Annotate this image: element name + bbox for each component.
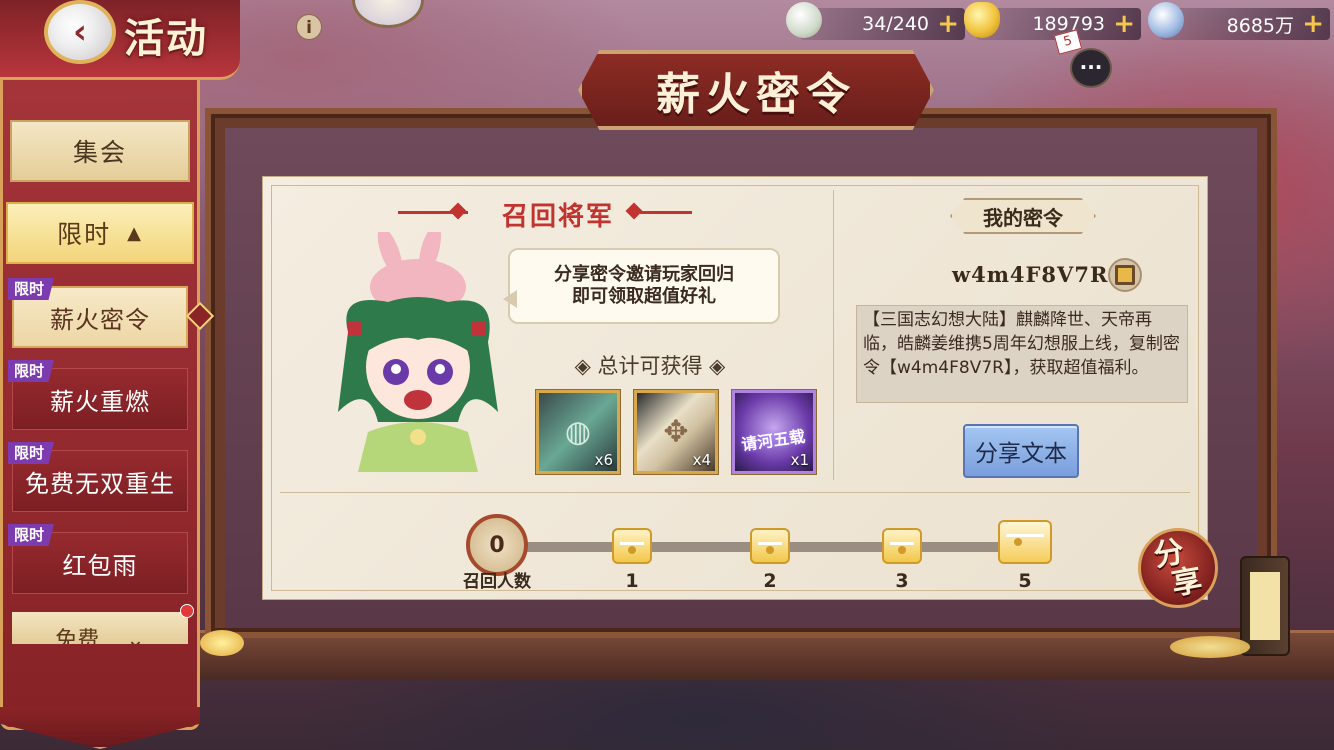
bun-icon — [786, 2, 822, 38]
milestone-label-2: 2 — [763, 570, 777, 592]
notification-dot — [180, 604, 194, 618]
share-text-box: 【三国志幻想大陆】麒麟降世、天帝再临，皓麟姜维携5周年幻想服上线，复制密令【w4… — [856, 305, 1188, 403]
share-button-char-2: 享 — [1169, 562, 1205, 603]
gold-ingot-icon — [964, 2, 1000, 38]
invite-code: w4m4F8V7R — [952, 262, 1109, 287]
reward-item-skin-ticket[interactable]: 请河五载 x1 — [732, 390, 816, 474]
sidebar-item-label: 红包雨 — [62, 551, 138, 580]
back-arrow-icon: ‹ — [72, 12, 87, 52]
reward-item-scroll[interactable]: ✥ x4 — [634, 390, 718, 474]
header-title: 活动 — [124, 15, 208, 62]
milestone-label-3: 3 — [895, 570, 909, 592]
chat-icon: ··· — [1079, 55, 1103, 79]
milestone-chest-3[interactable] — [882, 528, 922, 564]
limited-tag: 限时 — [8, 360, 55, 382]
speech-bubble: 分享密令邀请玩家回归 即可领取超值好礼 — [503, 248, 780, 324]
info-button[interactable]: i — [296, 14, 322, 40]
chibi-character-image — [338, 232, 498, 472]
sidebar-item-partial[interactable]: 免费 ⌄ — [12, 612, 188, 644]
horizontal-divider — [280, 492, 1190, 493]
reward-qty: x6 — [594, 451, 613, 469]
sidebar-limited-label: 限时 — [57, 220, 112, 249]
limited-tag: 限时 — [8, 442, 55, 464]
coins-decoration — [200, 630, 244, 656]
back-button[interactable]: ‹ — [44, 0, 116, 64]
chevron-down-icon: ⌄ — [126, 628, 145, 644]
total-rewards-label: ◈ 总计可获得 ◈ — [574, 354, 726, 378]
copy-code-button[interactable] — [1108, 258, 1142, 292]
milestone-chest-5[interactable] — [998, 520, 1052, 564]
lantern-decoration — [1240, 556, 1290, 656]
silver-coin-icon — [1148, 2, 1184, 38]
reward-qty: x1 — [790, 451, 809, 469]
sidebar-item-label: 薪火重燃 — [50, 387, 150, 416]
sidebar-item-label: 免费无双重生 — [25, 469, 175, 498]
recall-count-label: 召回人数 — [463, 572, 531, 592]
title-line-right — [640, 211, 692, 214]
chevron-up-icon: ▲ — [127, 222, 143, 244]
page-title-plaque: 薪火密令 — [578, 50, 934, 130]
reward-item-jade-card[interactable]: ◍ x6 — [536, 390, 620, 474]
bubble-line-1: 分享密令邀请玩家回归 — [554, 264, 734, 285]
share-button[interactable]: 分 享 — [1138, 528, 1218, 608]
milestone-chest-2[interactable] — [750, 528, 790, 564]
resource-silver: 8685万 + — [1160, 8, 1330, 40]
my-code-title: 我的密令 — [950, 198, 1096, 234]
recall-section-title: 召回将军 — [501, 202, 614, 232]
sidebar-item-label: 免费 — [55, 628, 100, 644]
coins-decoration — [1170, 636, 1250, 658]
share-text-button[interactable]: 分享文本 — [963, 424, 1079, 478]
milestone-chest-1[interactable] — [612, 528, 652, 564]
vertical-divider — [833, 190, 834, 480]
resource-value: 34/240 — [862, 13, 929, 35]
bubble-line-2: 即可领取超值好礼 — [572, 286, 716, 307]
resource-value: 8685万 — [1226, 14, 1294, 37]
milestone-label-1: 1 — [625, 570, 639, 592]
page-title: 薪火密令 — [656, 69, 856, 120]
jade-card-icon: ◍ — [564, 414, 592, 450]
sidebar-limited-button[interactable]: 限时 ▲ — [6, 202, 194, 264]
scroll-map-icon: ✥ — [663, 414, 689, 450]
sidebar-item-label: 薪火密令 — [50, 305, 150, 334]
add-stamina-button[interactable]: + — [937, 10, 959, 38]
milestone-label-5: 5 — [1018, 570, 1032, 592]
sidebar-gather-button[interactable]: 集会 — [10, 120, 190, 182]
limited-tag: 限时 — [8, 524, 55, 546]
add-silver-button[interactable]: + — [1302, 10, 1324, 38]
chat-button[interactable]: ··· — [1070, 48, 1112, 88]
resource-stamina: 34/240 + — [800, 8, 965, 40]
reward-qty: x4 — [692, 451, 711, 469]
add-gold-button[interactable]: + — [1113, 10, 1135, 38]
limited-tag: 限时 — [8, 278, 55, 300]
